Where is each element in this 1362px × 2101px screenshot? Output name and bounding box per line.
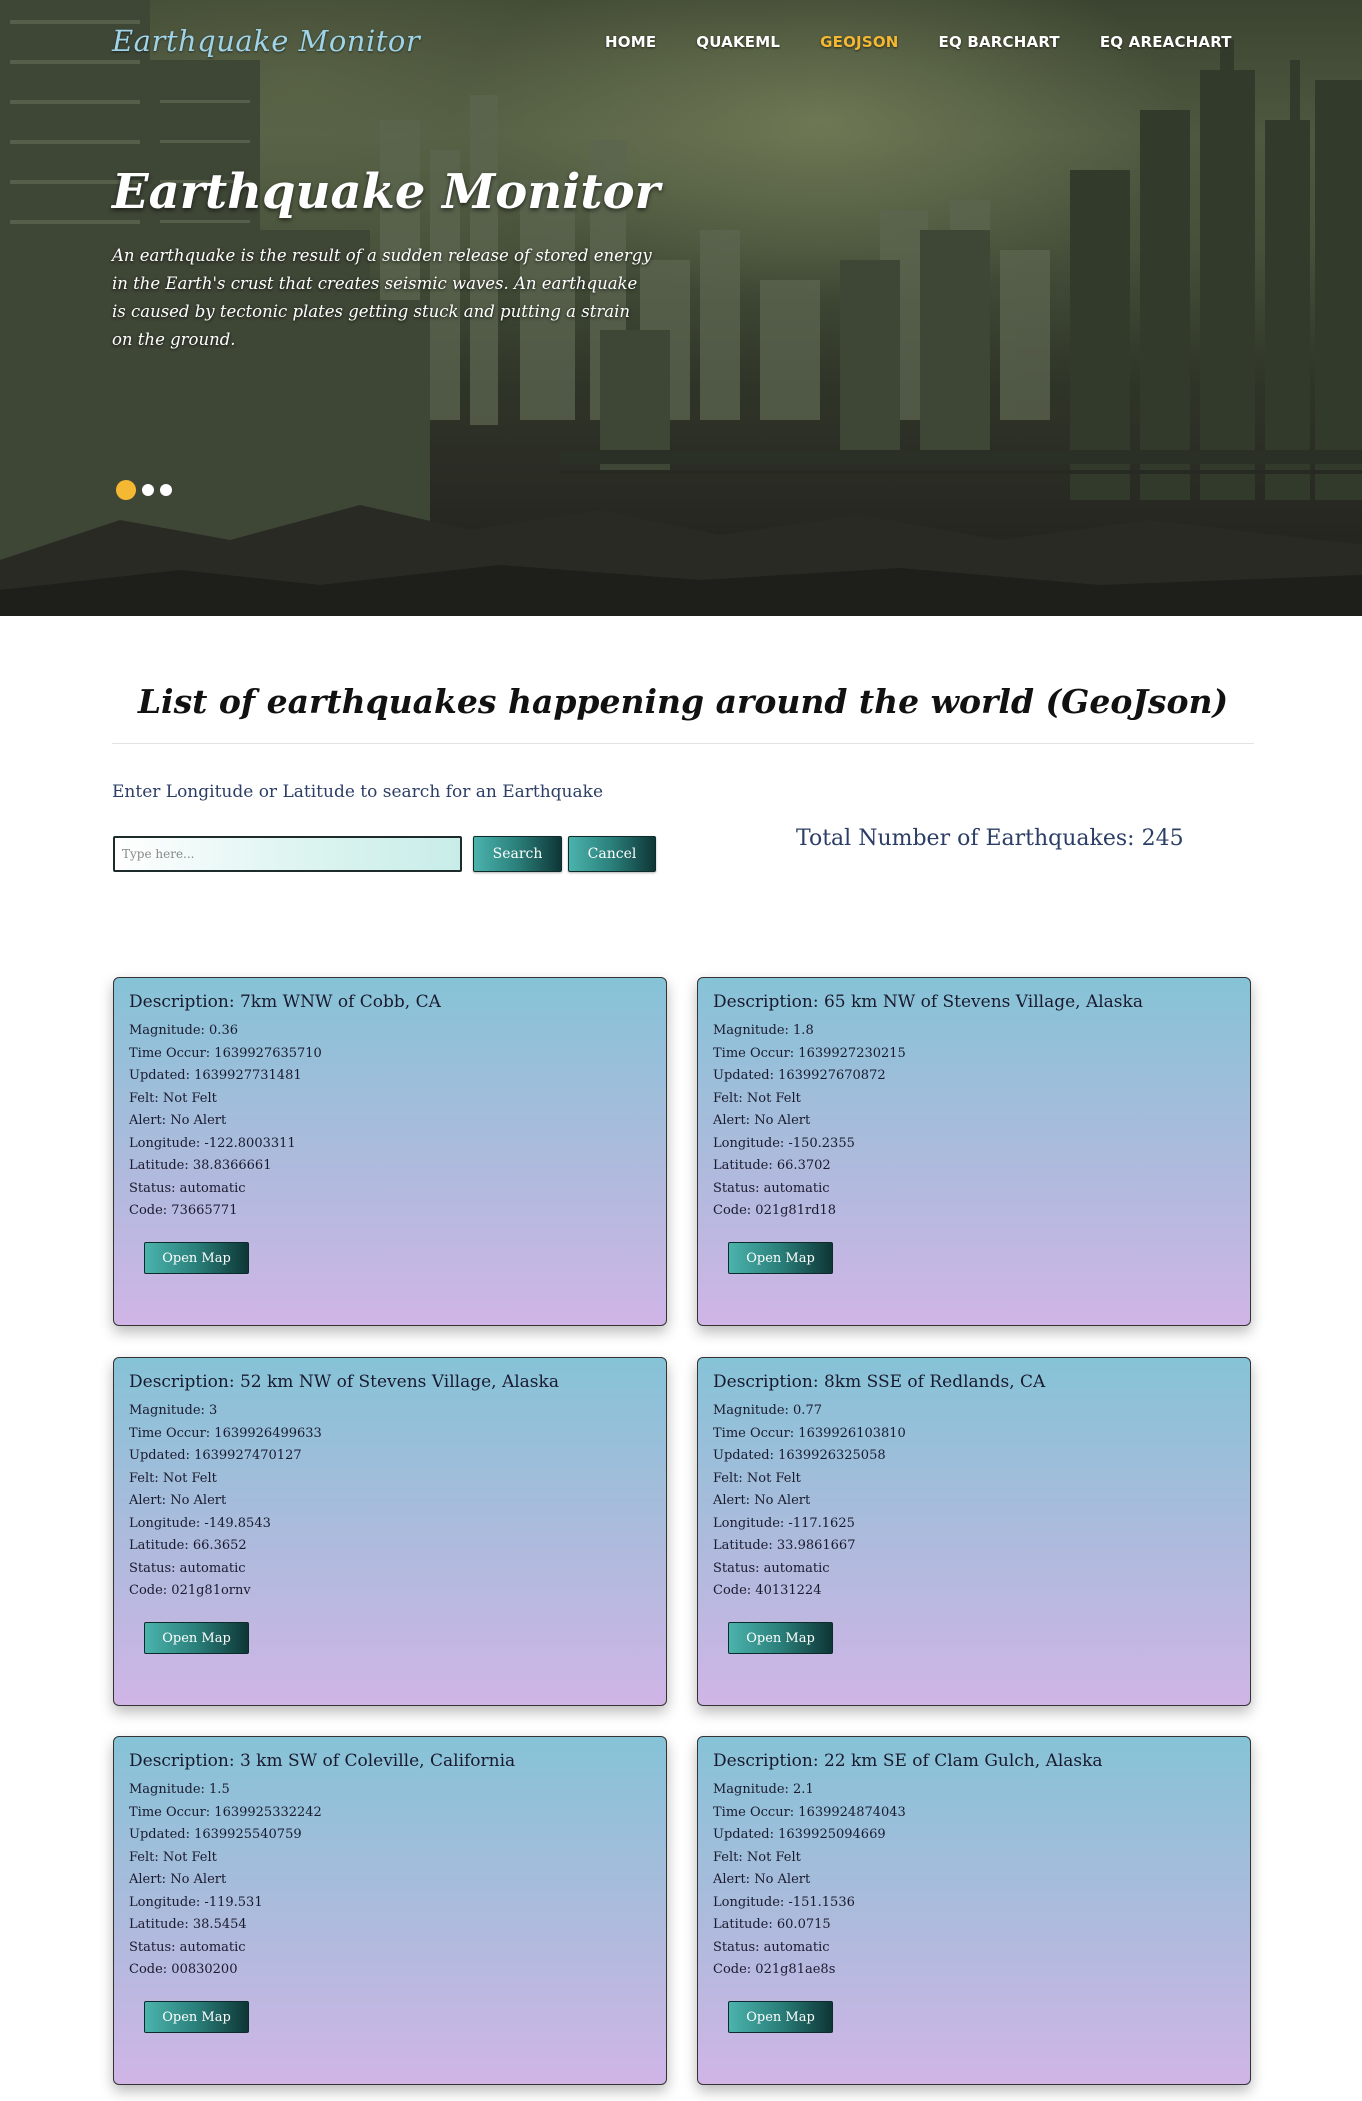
nav-quakeml[interactable]: QUAKEML bbox=[696, 33, 780, 51]
earthquake-card: Description: 52 km NW of Stevens Village… bbox=[113, 1357, 667, 1706]
carousel-dot-3[interactable] bbox=[160, 484, 172, 496]
card-longitude: Longitude: -122.8003311 bbox=[129, 1135, 296, 1151]
nav-eq-areachart[interactable]: EQ AREACHART bbox=[1100, 33, 1232, 51]
nav-geojson[interactable]: GEOJSON bbox=[820, 33, 898, 51]
earthquake-card: Description: 65 km NW of Stevens Village… bbox=[697, 977, 1251, 1326]
card-time-occur: Time Occur: 1639924874043 bbox=[713, 1804, 906, 1820]
brand-logo[interactable]: Earthquake Monitor bbox=[112, 24, 420, 58]
card-magnitude: Magnitude: 0.77 bbox=[713, 1403, 822, 1418]
card-alert: Alert: No Alert bbox=[713, 1493, 811, 1508]
card-updated: Updated: 1639927731481 bbox=[129, 1068, 302, 1083]
search-hint: Enter Longitude or Latitude to search fo… bbox=[112, 782, 603, 802]
open-map-button[interactable]: Open Map bbox=[728, 1622, 833, 1654]
card-description: Description: 8km SSE of Redlands, CA bbox=[713, 1372, 1046, 1392]
card-updated: Updated: 1639926325058 bbox=[713, 1448, 886, 1463]
card-time-occur: Time Occur: 1639927635710 bbox=[129, 1045, 322, 1061]
card-status: Status: automatic bbox=[713, 1939, 830, 1955]
earthquake-card: Description: 8km SSE of Redlands, CA Mag… bbox=[697, 1357, 1251, 1706]
card-code: Code: 021g81ae8s bbox=[713, 1962, 836, 1977]
card-code: Code: 73665771 bbox=[129, 1203, 238, 1218]
nav-eq-barchart[interactable]: EQ BARCHART bbox=[939, 33, 1060, 51]
search-input[interactable] bbox=[113, 836, 462, 872]
card-time-occur: Time Occur: 1639927230215 bbox=[713, 1045, 906, 1061]
card-description: Description: 7km WNW of Cobb, CA bbox=[129, 992, 441, 1012]
card-code: Code: 021g81ornv bbox=[129, 1583, 251, 1598]
section-divider bbox=[112, 743, 1254, 744]
card-time-occur: Time Occur: 1639926499633 bbox=[129, 1425, 322, 1441]
card-updated: Updated: 1639925094669 bbox=[713, 1827, 886, 1842]
card-alert: Alert: No Alert bbox=[129, 1493, 227, 1508]
card-latitude: Latitude: 33.9861667 bbox=[713, 1538, 856, 1553]
cancel-button[interactable]: Cancel bbox=[568, 836, 656, 872]
open-map-button[interactable]: Open Map bbox=[144, 2001, 249, 2033]
card-code: Code: 40131224 bbox=[713, 1583, 822, 1598]
carousel-dot-1[interactable] bbox=[116, 480, 136, 500]
card-alert: Alert: No Alert bbox=[713, 1872, 811, 1887]
card-status: Status: automatic bbox=[713, 1180, 830, 1196]
earthquake-card: Description: 22 km SE of Clam Gulch, Ala… bbox=[697, 1736, 1251, 2085]
card-latitude: Latitude: 38.8366661 bbox=[129, 1158, 272, 1173]
earthquake-card: Description: 3 km SW of Coleville, Calif… bbox=[113, 1736, 667, 2085]
card-longitude: Longitude: -119.531 bbox=[129, 1894, 263, 1910]
card-description: Description: 52 km NW of Stevens Village… bbox=[129, 1372, 559, 1392]
earthquake-card: Description: 7km WNW of Cobb, CA Magnitu… bbox=[113, 977, 667, 1326]
card-latitude: Latitude: 66.3702 bbox=[713, 1158, 831, 1173]
card-updated: Updated: 1639925540759 bbox=[129, 1827, 302, 1842]
card-time-occur: Time Occur: 1639926103810 bbox=[713, 1425, 906, 1441]
search-button[interactable]: Search bbox=[473, 836, 562, 872]
card-code: Code: 021g81rd18 bbox=[713, 1203, 837, 1218]
card-description: Description: 65 km NW of Stevens Village… bbox=[713, 992, 1143, 1012]
hero-description: An earthquake is the result of a sudden … bbox=[112, 246, 652, 349]
card-latitude: Latitude: 38.5454 bbox=[129, 1917, 247, 1932]
total-earthquakes: Total Number of Earthquakes: 245 bbox=[796, 826, 1184, 851]
card-magnitude: Magnitude: 0.36 bbox=[129, 1023, 238, 1038]
card-felt: Felt: Not Felt bbox=[713, 1090, 801, 1106]
card-longitude: Longitude: -151.1536 bbox=[713, 1894, 855, 1910]
card-latitude: Latitude: 66.3652 bbox=[129, 1538, 247, 1553]
card-felt: Felt: Not Felt bbox=[129, 1849, 217, 1865]
card-felt: Felt: Not Felt bbox=[129, 1090, 217, 1106]
card-status: Status: automatic bbox=[129, 1560, 246, 1576]
card-magnitude: Magnitude: 2.1 bbox=[713, 1782, 814, 1797]
nav-home[interactable]: HOME bbox=[605, 33, 656, 51]
carousel-dot-2[interactable] bbox=[142, 484, 154, 496]
section-title: List of earthquakes happening around the… bbox=[137, 682, 1229, 721]
card-description: Description: 3 km SW of Coleville, Calif… bbox=[129, 1751, 516, 1771]
card-time-occur: Time Occur: 1639925332242 bbox=[129, 1804, 322, 1820]
card-status: Status: automatic bbox=[129, 1180, 246, 1196]
card-latitude: Latitude: 60.0715 bbox=[713, 1917, 831, 1932]
card-felt: Felt: Not Felt bbox=[713, 1849, 801, 1865]
card-code: Code: 00830200 bbox=[129, 1962, 238, 1977]
card-magnitude: Magnitude: 1.5 bbox=[129, 1782, 230, 1797]
card-longitude: Longitude: -149.8543 bbox=[129, 1515, 271, 1531]
card-updated: Updated: 1639927670872 bbox=[713, 1068, 886, 1083]
card-status: Status: automatic bbox=[713, 1560, 830, 1576]
card-magnitude: Magnitude: 3 bbox=[129, 1403, 218, 1418]
card-felt: Felt: Not Felt bbox=[713, 1470, 801, 1486]
card-felt: Felt: Not Felt bbox=[129, 1470, 217, 1486]
card-status: Status: automatic bbox=[129, 1939, 246, 1955]
open-map-button[interactable]: Open Map bbox=[144, 1242, 249, 1274]
card-longitude: Longitude: -117.1625 bbox=[713, 1515, 855, 1531]
card-updated: Updated: 1639927470127 bbox=[129, 1448, 302, 1463]
card-alert: Alert: No Alert bbox=[129, 1872, 227, 1887]
hero-banner: Earthquake Monitor HOME QUAKEML GEOJSON … bbox=[0, 0, 1362, 616]
main-nav: HOME QUAKEML GEOJSON EQ BARCHART EQ AREA… bbox=[605, 33, 1272, 51]
carousel-indicators bbox=[116, 480, 172, 500]
card-magnitude: Magnitude: 1.8 bbox=[713, 1023, 814, 1038]
open-map-button[interactable]: Open Map bbox=[728, 2001, 833, 2033]
open-map-button[interactable]: Open Map bbox=[144, 1622, 249, 1654]
open-map-button[interactable]: Open Map bbox=[728, 1242, 833, 1274]
hero-title: Earthquake Monitor bbox=[112, 164, 660, 220]
card-longitude: Longitude: -150.2355 bbox=[713, 1135, 855, 1151]
card-alert: Alert: No Alert bbox=[713, 1113, 811, 1128]
card-description: Description: 22 km SE of Clam Gulch, Ala… bbox=[713, 1751, 1103, 1771]
card-alert: Alert: No Alert bbox=[129, 1113, 227, 1128]
